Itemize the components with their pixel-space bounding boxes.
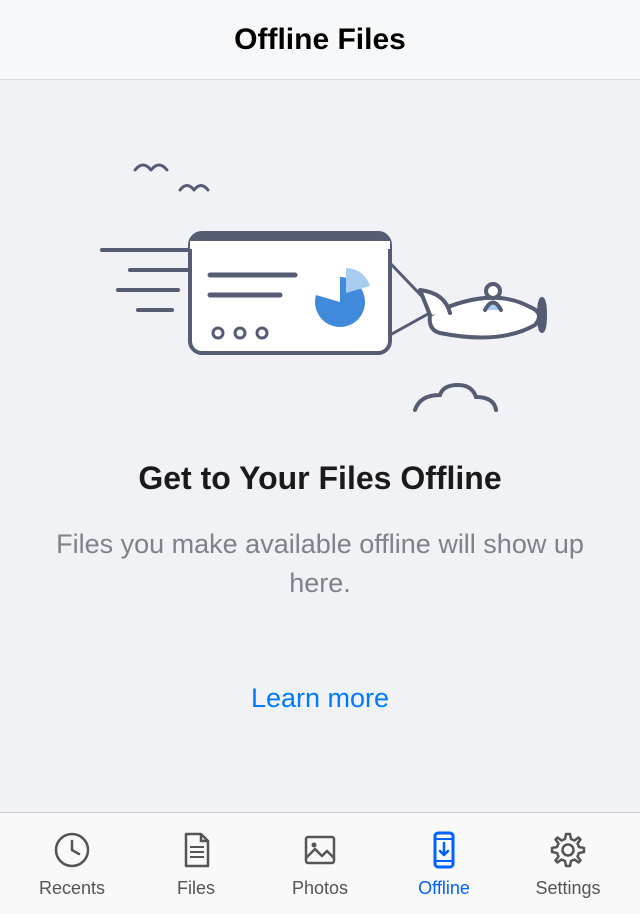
tab-label: Offline xyxy=(418,878,470,899)
clock-icon xyxy=(50,828,94,872)
header: Offline Files xyxy=(0,0,640,80)
gear-icon xyxy=(546,828,590,872)
tab-settings[interactable]: Settings xyxy=(506,828,630,899)
offline-illustration xyxy=(90,135,550,435)
tab-label: Files xyxy=(177,878,215,899)
photo-icon xyxy=(298,828,342,872)
empty-state: Get to Your Files Offline Files you make… xyxy=(0,80,640,812)
tab-offline[interactable]: Offline xyxy=(382,828,506,899)
file-icon xyxy=(174,828,218,872)
tab-recents[interactable]: Recents xyxy=(10,828,134,899)
tab-photos[interactable]: Photos xyxy=(258,828,382,899)
learn-more-link[interactable]: Learn more xyxy=(251,683,389,714)
tab-label: Recents xyxy=(39,878,105,899)
page-title: Offline Files xyxy=(234,23,406,57)
offline-icon xyxy=(422,828,466,872)
tab-label: Settings xyxy=(535,878,600,899)
tab-files[interactable]: Files xyxy=(134,828,258,899)
tab-bar: Recents Files Photos Offline Settings xyxy=(0,812,640,914)
empty-heading: Get to Your Files Offline xyxy=(138,460,501,497)
empty-subtext: Files you make available offline will sh… xyxy=(0,525,640,603)
tab-label: Photos xyxy=(292,878,348,899)
